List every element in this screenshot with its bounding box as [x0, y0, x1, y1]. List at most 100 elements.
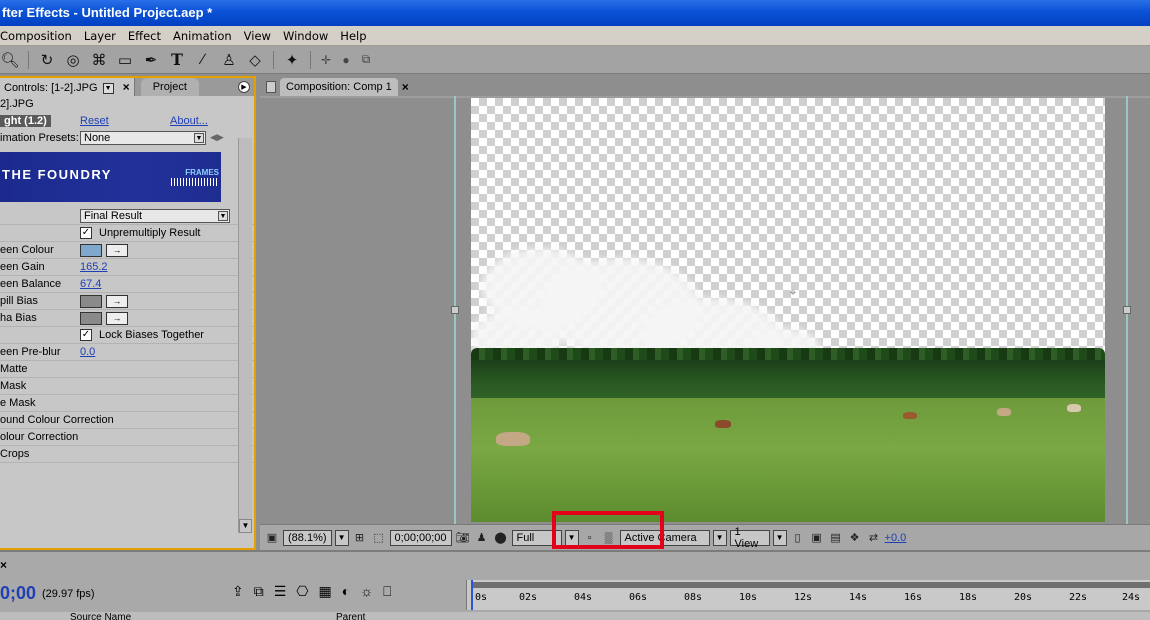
toggle-pixel-aspect-icon[interactable]: ▯	[790, 530, 806, 546]
exposure-value[interactable]: +0.0	[885, 532, 907, 544]
menu-window[interactable]: Window	[277, 29, 334, 43]
close-icon[interactable]: ×	[123, 80, 130, 94]
scroll-down-icon[interactable]: ▼	[239, 519, 252, 533]
composition-tab-label[interactable]: Composition: Comp 1	[280, 78, 398, 96]
fast-previews-icon[interactable]: ▣	[809, 530, 825, 546]
hide-shy-icon[interactable]: ⎔	[296, 583, 308, 600]
effect-name[interactable]: ght (1.2)	[0, 114, 51, 127]
zoom-tool-icon[interactable]: 🔍︎	[0, 50, 20, 70]
reset-link[interactable]: Reset	[80, 115, 109, 127]
clone-stamp-icon[interactable]: ♙	[219, 50, 239, 70]
group-row[interactable]: e Mask	[0, 395, 254, 412]
col-source-name[interactable]: Source Name	[70, 612, 131, 620]
param-label: ha Bias	[0, 312, 37, 324]
motion-blur-icon[interactable]: ◐	[342, 583, 350, 600]
puppet-pin-icon[interactable]: ✦	[282, 50, 302, 70]
reset-exposure-icon[interactable]: ⇄	[866, 530, 882, 546]
composition-tab[interactable]: Composition: Comp 1 ×	[266, 78, 409, 96]
cow	[496, 432, 530, 446]
time-ruler[interactable]: 0s 02s 04s 06s 08s 10s 12s 14s 16s 18s 2…	[466, 580, 1150, 610]
view-layout-value: 1 View	[734, 525, 759, 550]
menu-animation[interactable]: Animation	[167, 29, 238, 43]
track-xy-icon[interactable]: ⌘	[89, 50, 109, 70]
group-row[interactable]: Crops	[0, 446, 254, 463]
lock-biases-checkbox[interactable]: ✓	[80, 329, 92, 341]
channel-rgb-icon[interactable]: ⬤	[493, 530, 509, 546]
about-link[interactable]: About...	[170, 115, 208, 127]
eyedropper-icon[interactable]: →	[106, 243, 128, 257]
brush-tool-icon[interactable]: ∕	[193, 50, 213, 70]
presets-select[interactable]: None ▼	[80, 130, 206, 145]
guide-handle-icon[interactable]	[1123, 306, 1131, 314]
eyedropper-icon[interactable]: →	[106, 311, 128, 325]
timeline-icon[interactable]: ▤	[828, 530, 844, 546]
composition-toolbar: ▣ (88.1%) ▼ ⊞ ⬚ 0;00;00;00 📷︎ ♟ ⬤ Full ▼…	[260, 524, 1150, 550]
draft-3d-icon[interactable]: ☰	[274, 583, 287, 600]
grid-guides-icon[interactable]: ⊞	[352, 530, 368, 546]
screen-colour-swatch[interactable]	[80, 243, 102, 257]
type-tool-icon[interactable]: T	[167, 50, 187, 70]
axis-world-icon[interactable]: ●	[339, 50, 353, 70]
menu-bar: Composition Layer Effect Animation View …	[0, 26, 1150, 46]
flowchart-icon[interactable]: ❖	[847, 530, 863, 546]
orbit-camera-icon[interactable]: ◎	[63, 50, 83, 70]
always-preview-icon[interactable]: ▣	[264, 530, 280, 546]
view-select[interactable]: Final Result ▼	[80, 209, 230, 223]
menu-layer[interactable]: Layer	[78, 29, 122, 43]
current-time-indicator[interactable]	[471, 580, 473, 610]
chevron-down-icon[interactable]: ▼	[712, 529, 727, 546]
menu-view[interactable]: View	[238, 29, 277, 43]
group-row[interactable]: olour Correction	[0, 429, 254, 446]
show-snapshot-icon[interactable]: ♟	[474, 530, 490, 546]
menu-composition[interactable]: Composition	[0, 29, 78, 43]
mask-visibility-icon[interactable]: ⬚	[371, 530, 387, 546]
live-update-icon[interactable]: ⧉	[254, 583, 264, 600]
eyedropper-icon[interactable]: →	[106, 294, 128, 308]
close-icon[interactable]: ×	[0, 558, 7, 572]
eraser-tool-icon[interactable]: ◇	[245, 50, 265, 70]
layer-dropdown-arrow-icon[interactable]: ▼	[102, 82, 114, 94]
preblur-value[interactable]: 0.0	[80, 346, 95, 358]
tab-effect-controls[interactable]: Controls: [1-2].JPG ▼ ×	[0, 78, 135, 96]
frame-blending-icon[interactable]: ▦	[319, 583, 332, 600]
preset-prev-icon[interactable]: ◀	[210, 132, 217, 143]
work-area-bar[interactable]	[471, 582, 1150, 588]
lock-icon[interactable]	[266, 81, 276, 93]
preset-next-icon[interactable]: ▶	[217, 132, 224, 143]
magnification-select[interactable]: (88.1%)	[283, 529, 332, 546]
tools-panel: 🔍︎ ↻ ◎ ⌘ ▭ ✒ T ∕ ♙ ◇ ✦ ✛ ● ⧉	[0, 46, 1150, 74]
group-row[interactable]: Matte	[0, 361, 254, 378]
unpremultiply-checkbox[interactable]: ✓	[80, 227, 92, 239]
graph-editor-icon[interactable]: ⎕	[383, 583, 391, 600]
chevron-down-icon[interactable]: ▼	[334, 529, 349, 546]
vertical-scrollbar[interactable]: ▼	[238, 138, 252, 533]
menu-help[interactable]: Help	[334, 29, 372, 43]
alpha-bias-swatch[interactable]	[80, 311, 102, 325]
comp-mini-flowchart-icon[interactable]: ⇪	[232, 583, 244, 600]
col-parent[interactable]: Parent	[336, 612, 365, 620]
chevron-down-icon[interactable]: ▼	[772, 529, 787, 546]
panel-menu-icon[interactable]: ▶	[238, 81, 250, 93]
tab-effect-controls-label: Controls: [1-2].JPG	[4, 82, 98, 94]
axis-view-icon[interactable]: ⧉	[359, 50, 373, 70]
screen-balance-value[interactable]: 67.4	[80, 278, 101, 290]
chevron-down-icon: ▼	[194, 132, 204, 143]
pen-tool-icon[interactable]: ✒	[141, 50, 161, 70]
tab-project[interactable]: Project	[140, 78, 199, 96]
group-row[interactable]: Mask	[0, 378, 254, 395]
view-layout-select[interactable]: 1 View	[729, 526, 770, 550]
group-row[interactable]: ound Colour Correction	[0, 412, 254, 429]
brainstorm-icon[interactable]: ☼	[360, 583, 373, 600]
axis-local-icon[interactable]: ✛	[319, 50, 333, 70]
spill-bias-swatch[interactable]	[80, 294, 102, 308]
composition-viewer[interactable]: ⌖	[471, 98, 1105, 522]
rotate-tool-icon[interactable]: ↻	[37, 50, 57, 70]
current-time-field[interactable]: 0;00;00;00	[389, 529, 452, 546]
close-icon[interactable]: ×	[402, 80, 409, 94]
snapshot-camera-icon[interactable]: 📷︎	[455, 530, 471, 546]
guide-handle-icon[interactable]	[451, 306, 459, 314]
timeline-current-time[interactable]: 0;00	[0, 583, 36, 604]
menu-effect[interactable]: Effect	[122, 29, 167, 43]
screen-gain-value[interactable]: 165.2	[80, 261, 108, 273]
rectangle-mask-icon[interactable]: ▭	[115, 50, 135, 70]
